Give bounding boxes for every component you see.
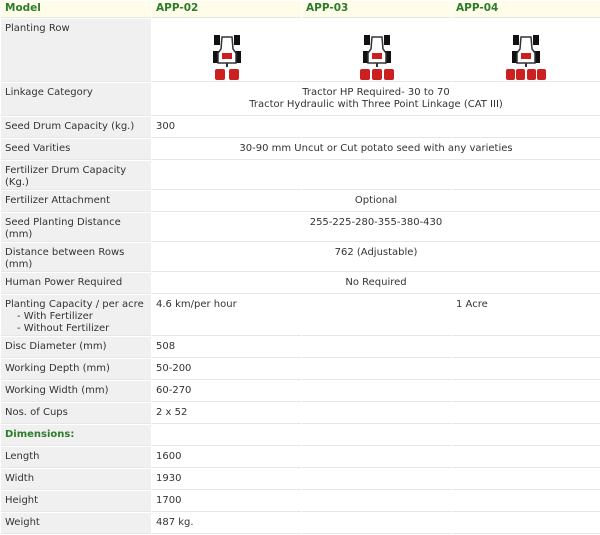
weight-label: Weight — [1, 513, 151, 534]
planting-capacity-without: - Without Fertilizer — [17, 323, 110, 334]
fert-drum-label: Fertilizer Drum Capacity (Kg.) — [1, 161, 151, 190]
disc-diameter-app-02: 508 — [152, 337, 301, 358]
working-depth-row: Working Depth (mm) 50-200 — [1, 359, 600, 380]
width-label: Width — [1, 469, 151, 490]
row-distance-label: Distance between Rows (mm) — [1, 243, 151, 272]
working-depth-label: Working Depth (mm) — [1, 359, 151, 380]
header-app-04: APP-04 — [452, 1, 600, 18]
width-app-02: 1930 — [152, 469, 301, 490]
row-distance-row: Distance between Rows (mm) 762 (Adjustab… — [1, 243, 600, 272]
planting-row-row: Planting Row — [1, 19, 600, 82]
human-power-row: Human Power Required No Required — [1, 273, 600, 294]
cups-row: Nos. of Cups 2 x 52 — [1, 403, 600, 424]
length-app-02: 1600 — [152, 447, 301, 468]
length-row: Length 1600 — [1, 447, 600, 468]
tractor-4-row-icon — [506, 35, 546, 80]
tractor-2-row-icon — [212, 35, 241, 80]
seed-distance-label: Seed Planting Distance (mm) — [1, 213, 151, 242]
header-app-02: APP-02 — [152, 1, 301, 18]
cups-label: Nos. of Cups — [1, 403, 151, 424]
seed-varieties-label: Seed Varities — [1, 139, 151, 160]
header-model: Model — [1, 1, 151, 18]
fert-drum-row: Fertilizer Drum Capacity (Kg.) — [1, 161, 600, 190]
planting-row-app-02 — [152, 19, 301, 82]
seed-varieties-value: 30-90 mm Uncut or Cut potato seed with a… — [152, 139, 600, 160]
seed-distance-value: 255-225-280-355-380-430 — [152, 213, 600, 242]
fert-attach-row: Fertilizer Attachment Optional — [1, 191, 600, 212]
linkage-line-2: Tractor Hydraulic with Three Point Linka… — [249, 99, 503, 110]
working-width-row: Working Width (mm) 60-270 — [1, 381, 600, 402]
planting-capacity-app-04: 1 Acre — [452, 295, 600, 336]
dimensions-heading: Dimensions: — [1, 425, 151, 446]
tractor-3-row-icon — [359, 35, 394, 80]
planting-row-app-03 — [302, 19, 451, 82]
planting-capacity-row: Planting Capacity / per acre - With Fert… — [1, 295, 600, 336]
header-row: Model APP-02 APP-03 APP-04 — [1, 1, 600, 18]
fert-attach-value: Optional — [152, 191, 600, 212]
dimensions-row: Dimensions: — [1, 425, 600, 446]
fert-attach-label: Fertilizer Attachment — [1, 191, 151, 212]
human-power-label: Human Power Required — [1, 273, 151, 294]
linkage-value: Tractor HP Required- 30 to 70 Tractor Hy… — [152, 83, 600, 116]
human-power-value: No Required — [152, 273, 600, 294]
weight-app-02: 487 kg. — [152, 513, 301, 534]
working-depth-app-02: 50-200 — [152, 359, 301, 380]
cups-app-02: 2 x 52 — [152, 403, 301, 424]
planting-capacity-label: Planting Capacity / per acre - With Fert… — [1, 295, 151, 336]
weight-row: Weight 487 kg. — [1, 513, 600, 534]
linkage-line-1: Tractor HP Required- 30 to 70 — [302, 87, 450, 98]
seed-drum-app-02: 300 — [152, 117, 301, 138]
seed-drum-label: Seed Drum Capacity (kg.) — [1, 117, 151, 138]
length-label: Length — [1, 447, 151, 468]
width-row: Width 1930 — [1, 469, 600, 490]
spec-table: Model APP-02 APP-03 APP-04 Planting Row — [0, 0, 600, 535]
linkage-row: Linkage Category Tractor HP Required- 30… — [1, 83, 600, 116]
working-width-label: Working Width (mm) — [1, 381, 151, 402]
seed-distance-row: Seed Planting Distance (mm) 255-225-280-… — [1, 213, 600, 242]
disc-diameter-label: Disc Diameter (mm) — [1, 337, 151, 358]
seed-varieties-row: Seed Varities 30-90 mm Uncut or Cut pota… — [1, 139, 600, 160]
planting-capacity-title: Planting Capacity / per acre — [5, 299, 144, 310]
working-width-app-02: 60-270 — [152, 381, 301, 402]
row-distance-value: 762 (Adjustable) — [152, 243, 600, 272]
planting-capacity-app-02: 4.6 km/per hour — [152, 295, 301, 336]
linkage-label: Linkage Category — [1, 83, 151, 116]
seed-drum-row: Seed Drum Capacity (kg.) 300 — [1, 117, 600, 138]
planting-row-app-04 — [452, 19, 600, 82]
disc-diameter-row: Disc Diameter (mm) 508 — [1, 337, 600, 358]
planting-row-label: Planting Row — [1, 19, 151, 82]
header-app-03: APP-03 — [302, 1, 451, 18]
planting-capacity-with: - With Fertilizer — [17, 311, 93, 322]
